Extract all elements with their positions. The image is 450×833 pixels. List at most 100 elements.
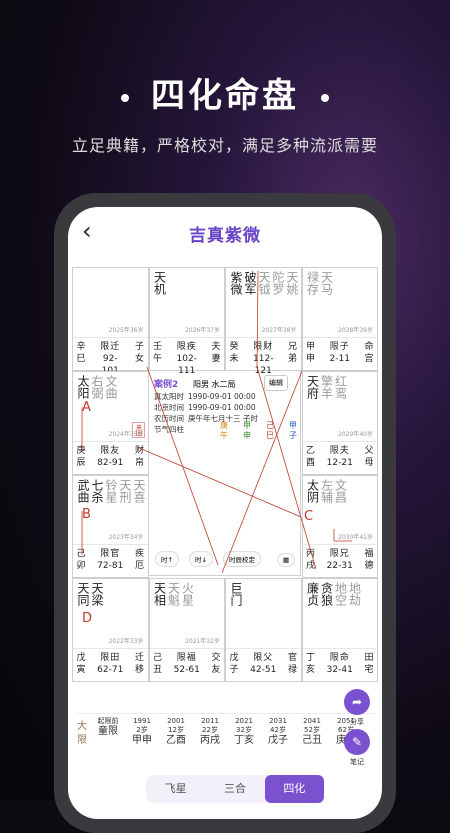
time-key: 农历时间	[154, 414, 184, 423]
star: 文昌	[333, 478, 348, 503]
daxian-age: 42岁	[270, 726, 286, 734]
daxian-age: 22岁	[202, 726, 218, 734]
palace-age: 2027年38岁	[261, 326, 297, 334]
star: 太阳	[76, 374, 90, 399]
star: 红鸾	[333, 374, 348, 399]
star: 廉贞	[305, 582, 320, 607]
palace-ganzhi: 丁亥	[305, 653, 315, 675]
daxian-year: 2031	[269, 717, 287, 725]
daxian-column[interactable]: 1991 2岁 甲申	[130, 717, 154, 747]
daxian-ganzhi: 己丑	[302, 735, 322, 746]
palace-limit-name: 限福	[176, 653, 197, 663]
palace-age: 2023年34岁	[108, 534, 144, 542]
palace-name: 交友	[211, 653, 221, 675]
palace-limit-range: 42-51	[250, 665, 277, 675]
daxian-year: 2011	[201, 717, 219, 725]
star-list: 武曲 七杀 铃星 天刑 天喜	[76, 478, 146, 503]
palace-cell[interactable]: 2025年36岁辛巳限迁92-101子女	[72, 267, 149, 376]
star: 地劫	[347, 582, 362, 607]
palace-limit: 限官 72-81	[95, 548, 126, 572]
palace-cell[interactable]: 武曲 七杀 铃星 天刑 天喜 2023年34岁 己卯 限官 72-81 疾厄	[72, 474, 149, 579]
mark-d: D	[82, 611, 93, 626]
daxian-column[interactable]: 2001 12岁 乙酉	[164, 717, 188, 747]
note-label: 笔记	[350, 758, 364, 766]
palace-ganzhi: 壬午	[152, 341, 162, 364]
palace-age: 2029年40岁	[338, 430, 373, 438]
palace-limit-name: 限迁	[100, 341, 121, 352]
palace-limit-name: 限命	[329, 653, 350, 663]
daxian-column[interactable]: 2011 22岁 丙戌	[198, 717, 222, 747]
star: 七杀	[90, 478, 104, 503]
palace-ganzhi: 甲申	[305, 341, 315, 364]
tab-2[interactable]: 四化	[264, 775, 324, 803]
share-label: 分享	[350, 718, 364, 726]
star: 禄存	[305, 271, 320, 295]
pillar: 甲子	[289, 421, 297, 440]
daxian-column[interactable]: 2021 32岁 丁亥	[232, 717, 256, 747]
time-value: 1990-09-01 00:00	[188, 392, 256, 401]
share-icon[interactable]: ➦	[344, 689, 370, 715]
star-list: 天机	[152, 271, 167, 295]
palace-limit-range: 32-41	[326, 665, 353, 675]
tab-1[interactable]: 三合	[205, 775, 264, 803]
daxian-year: 2041	[303, 717, 321, 725]
daxian-column[interactable]: 起限前 童限	[96, 717, 120, 738]
palace-footer: 辛巳限迁92-101子女	[73, 336, 148, 376]
daxian-year: 起限前	[97, 717, 119, 725]
palace-footer: 戊寅 限田 62-71 迁移	[73, 648, 148, 681]
note-icon[interactable]: ✎	[344, 729, 370, 755]
star: 天钺	[257, 271, 271, 295]
star: 右弼	[90, 374, 104, 399]
daxian-column[interactable]: 2041 52岁 己丑	[300, 717, 324, 747]
palace-cell[interactable]: 巨门 戊子 限父 42-51 官禄	[225, 578, 302, 682]
palace-age: 2021年32岁	[185, 638, 220, 645]
mark-c: C	[304, 509, 314, 524]
bullet-left	[121, 93, 129, 102]
palace-ganzhi: 己卯	[76, 549, 86, 572]
palace-cell[interactable]: 廉贞 贪狼 地空 地劫 丁亥 限命 32-41 田宅	[301, 578, 378, 682]
palace-age: 2025年36岁	[108, 326, 144, 334]
time-key: 北京时间	[154, 403, 184, 412]
palace-cell[interactable]: 天机 2026年37岁 壬午 限疾 102-111 夫妻	[148, 267, 225, 376]
palace-limit-range: 52-61	[173, 665, 200, 675]
palace-ganzhi: 庚辰	[76, 445, 86, 468]
palace-cell[interactable]: 紫微 破军 天钺 陀罗 天姚 2027年38岁 癸未 限财 112-121 兄弟	[225, 267, 302, 376]
palace-cell[interactable]: 太阴 左辅 文昌 2030年41岁 丙戌 限兄 22-31 福德	[301, 474, 378, 579]
palace-cell[interactable]: 禄存 天马 2028年39岁 甲申 限子 2-11 命宫	[301, 267, 378, 371]
star-list: 天府 擎羊 红鸾	[306, 374, 348, 399]
palace-cell[interactable]: 天府 擎羊 红鸾 2029年40岁 乙酉 限夫 12-21 父母	[301, 370, 378, 475]
star: 天机	[152, 271, 167, 295]
palace-cell[interactable]: 天同 天梁 2022年33岁 戊寅 限田 62-71 迁移	[72, 578, 149, 682]
app-title: 吉真紫微	[189, 226, 261, 246]
daxian-column[interactable]: 2031 42岁 戊子	[266, 717, 290, 747]
palace-limit: 限夫 12-21	[325, 445, 356, 469]
view-tabs: 飞星 三合 四化	[146, 775, 324, 803]
palace-cell[interactable]: 天相 天魁 火星 2021年32岁 己丑 限福 52-61 交友	[148, 578, 225, 682]
tab-0[interactable]: 飞星	[146, 775, 205, 803]
daxian-strip: 大限 起限前 童限 1991 2岁 甲申 2001 12岁 乙酉 2011 22岁 丙戌 2021 32…	[76, 713, 376, 759]
star-list: 太阳 右弼 文曲	[76, 374, 118, 399]
palace-footer: 戊子 限父 42-51 官禄	[226, 648, 301, 681]
hour-calibrate-button[interactable]: 时辰校定	[223, 551, 261, 567]
palace-age: 2030年41岁	[338, 534, 373, 542]
calendar-icon[interactable]: ▦	[277, 553, 296, 567]
edit-button[interactable]: 编辑	[264, 375, 288, 391]
palace-limit: 限兄 22-31	[325, 548, 356, 572]
daxian-age: 2岁	[136, 726, 148, 734]
daxian-ganzhi: 乙酉	[166, 735, 186, 746]
hour-up-button[interactable]: 时↑	[155, 551, 179, 567]
star: 天刑	[118, 478, 132, 503]
palace-ganzhi: 戊寅	[76, 653, 86, 675]
star: 左辅	[319, 478, 334, 503]
daxian-age: 12岁	[168, 726, 184, 734]
palace-cell[interactable]: 太阳 右弼 文曲 2024年35岁 庚辰 限友 82-91 财帛 来因	[72, 370, 149, 475]
bullet-right	[321, 93, 329, 102]
time-key: 真太阳时	[154, 392, 184, 401]
palace-limit: 限子 2-11	[325, 341, 356, 365]
palace-name: 父母	[364, 445, 374, 468]
palace-footer: 壬午 限疾 102-111 夫妻	[149, 336, 224, 376]
star: 武曲	[76, 478, 90, 503]
hour-down-button[interactable]: 时↓	[189, 551, 213, 567]
palace-limit-name: 限兄	[329, 549, 350, 560]
palace-limit-range: 22-31	[326, 561, 353, 572]
